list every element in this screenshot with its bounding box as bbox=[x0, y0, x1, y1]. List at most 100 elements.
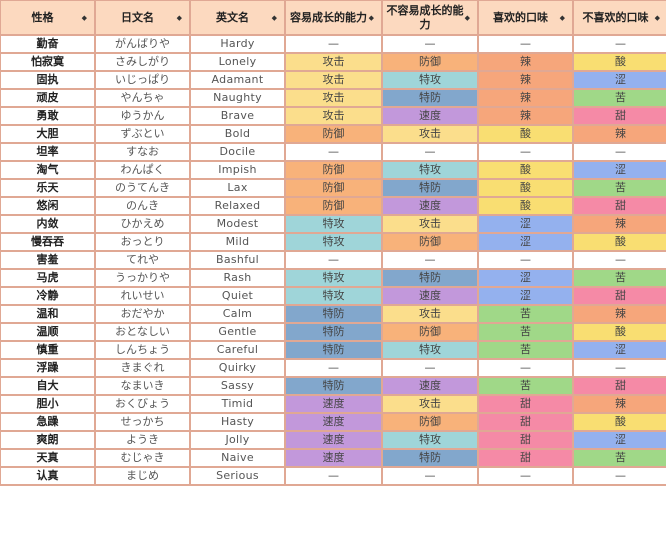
nature-cell: 大胆 bbox=[0, 124, 96, 144]
table-row: 乐天 のうてんき Lax 防御 特防酸苦 bbox=[0, 178, 666, 198]
english-name-cell: Impish bbox=[189, 160, 286, 180]
increased-stat-cell: 特攻 bbox=[284, 286, 383, 306]
column-header-label: 容易成长的能力 bbox=[290, 10, 367, 24]
sort-diamond-icon[interactable]: ◆ bbox=[369, 11, 374, 25]
liked-flavor-cell: — bbox=[477, 466, 574, 486]
decreased-stat-cell: 防御 bbox=[381, 412, 479, 432]
english-name-cell: Lax bbox=[189, 178, 286, 198]
english-name-cell: Naughty bbox=[189, 88, 286, 108]
sort-diamond-icon[interactable]: ◆ bbox=[655, 11, 660, 25]
english-name-cell: Calm bbox=[189, 304, 286, 324]
table-body: 勤奋 がんばりや Hardy — — — — 怕寂寞 さみしがり Lonely 攻击 防御辣酸固执 いじ… bbox=[0, 34, 666, 486]
japanese-name-cell: ひかえめ bbox=[94, 214, 191, 234]
sort-diamond-icon[interactable]: ◆ bbox=[272, 11, 277, 25]
nature-cell: 悠闲 bbox=[0, 196, 96, 216]
english-name-cell: Adamant bbox=[189, 70, 286, 90]
liked-flavor-cell: — bbox=[477, 142, 574, 162]
decreased-stat-cell: — bbox=[381, 34, 479, 54]
disliked-flavor-cell: 涩 bbox=[572, 340, 666, 360]
column-header-nature[interactable]: 性格 ◆ bbox=[0, 0, 96, 36]
disliked-flavor-cell: 甜 bbox=[572, 106, 666, 126]
column-header-decreased-stat[interactable]: 不容易成长的能力 ◆ bbox=[381, 0, 479, 36]
decreased-stat-cell: — bbox=[381, 250, 479, 270]
table-row: 温和 おだやか Calm 特防 攻击苦辣 bbox=[0, 304, 666, 324]
japanese-name-cell: おだやか bbox=[94, 304, 191, 324]
japanese-name-cell: れいせい bbox=[94, 286, 191, 306]
table-row: 害羞 てれや Bashful — — — — bbox=[0, 250, 666, 270]
decreased-stat-cell: 攻击 bbox=[381, 394, 479, 414]
liked-flavor-cell: — bbox=[477, 358, 574, 378]
disliked-flavor-cell: 酸 bbox=[572, 232, 666, 252]
increased-stat-cell: 攻击 bbox=[284, 88, 383, 108]
disliked-flavor-cell: 辣 bbox=[572, 304, 666, 324]
disliked-flavor-cell: 苦 bbox=[572, 88, 666, 108]
increased-stat-cell: 特攻 bbox=[284, 268, 383, 288]
nature-cell: 坦率 bbox=[0, 142, 96, 162]
japanese-name-cell: むじゃき bbox=[94, 448, 191, 468]
liked-flavor-cell: 涩 bbox=[477, 232, 574, 252]
column-header-label: 日文名 bbox=[121, 10, 154, 24]
table-row: 马虎 うっかりや Rash 特攻 特防涩苦 bbox=[0, 268, 666, 288]
nature-cell: 温和 bbox=[0, 304, 96, 324]
nature-cell: 固执 bbox=[0, 70, 96, 90]
english-name-cell: Hasty bbox=[189, 412, 286, 432]
table-row: 慎重 しんちょう Careful 特防 特攻苦涩 bbox=[0, 340, 666, 360]
column-header-japanese-name[interactable]: 日文名 ◆ bbox=[94, 0, 191, 36]
table-row: 慢吞吞 おっとり Mild 特攻 防御涩酸 bbox=[0, 232, 666, 252]
nature-cell: 淘气 bbox=[0, 160, 96, 180]
english-name-cell: Modest bbox=[189, 214, 286, 234]
sort-diamond-icon[interactable]: ◆ bbox=[465, 11, 470, 25]
english-name-cell: Bashful bbox=[189, 250, 286, 270]
japanese-name-cell: ようき bbox=[94, 430, 191, 450]
japanese-name-cell: なまいき bbox=[94, 376, 191, 396]
english-name-cell: Quiet bbox=[189, 286, 286, 306]
liked-flavor-cell: 苦 bbox=[477, 340, 574, 360]
column-header-english-name[interactable]: 英文名 ◆ bbox=[189, 0, 286, 36]
liked-flavor-cell: — bbox=[477, 34, 574, 54]
japanese-name-cell: やんちゃ bbox=[94, 88, 191, 108]
nature-cell: 认真 bbox=[0, 466, 96, 486]
liked-flavor-cell: 辣 bbox=[477, 88, 574, 108]
table-row: 天真 むじゃき Naive 速度 特防甜苦 bbox=[0, 448, 666, 468]
increased-stat-cell: 防御 bbox=[284, 178, 383, 198]
decreased-stat-cell: 速度 bbox=[381, 106, 479, 126]
disliked-flavor-cell: 酸 bbox=[572, 412, 666, 432]
increased-stat-cell: 速度 bbox=[284, 448, 383, 468]
table-row: 急躁 せっかち Hasty 速度 防御甜酸 bbox=[0, 412, 666, 432]
disliked-flavor-cell: 辣 bbox=[572, 394, 666, 414]
decreased-stat-cell: 攻击 bbox=[381, 214, 479, 234]
liked-flavor-cell: 酸 bbox=[477, 160, 574, 180]
sort-diamond-icon[interactable]: ◆ bbox=[82, 11, 87, 25]
disliked-flavor-cell: 涩 bbox=[572, 430, 666, 450]
decreased-stat-cell: 特攻 bbox=[381, 430, 479, 450]
column-header-disliked-flavor[interactable]: 不喜欢的口味 ◆ bbox=[572, 0, 666, 36]
japanese-name-cell: てれや bbox=[94, 250, 191, 270]
liked-flavor-cell: 苦 bbox=[477, 304, 574, 324]
decreased-stat-cell: 防御 bbox=[381, 232, 479, 252]
increased-stat-cell: 防御 bbox=[284, 160, 383, 180]
column-header-increased-stat[interactable]: 容易成长的能力 ◆ bbox=[284, 0, 383, 36]
sort-diamond-icon[interactable]: ◆ bbox=[560, 11, 565, 25]
nature-cell: 马虎 bbox=[0, 268, 96, 288]
nature-cell: 怕寂寞 bbox=[0, 52, 96, 72]
nature-cell: 胆小 bbox=[0, 394, 96, 414]
table-row: 顽皮 やんちゃ Naughty 攻击 特防辣苦 bbox=[0, 88, 666, 108]
increased-stat-cell: 防御 bbox=[284, 196, 383, 216]
column-header-liked-flavor[interactable]: 喜欢的口味 ◆ bbox=[477, 0, 574, 36]
table-row: 勤奋 がんばりや Hardy — — — — bbox=[0, 34, 666, 54]
english-name-cell: Bold bbox=[189, 124, 286, 144]
liked-flavor-cell: 甜 bbox=[477, 394, 574, 414]
decreased-stat-cell: — bbox=[381, 358, 479, 378]
increased-stat-cell: 攻击 bbox=[284, 52, 383, 72]
decreased-stat-cell: 攻击 bbox=[381, 304, 479, 324]
english-name-cell: Careful bbox=[189, 340, 286, 360]
japanese-name-cell: おっとり bbox=[94, 232, 191, 252]
table-row: 固执 いじっぱり Adamant 攻击 特攻辣涩 bbox=[0, 70, 666, 90]
english-name-cell: Mild bbox=[189, 232, 286, 252]
disliked-flavor-cell: — bbox=[572, 250, 666, 270]
nature-cell: 内敛 bbox=[0, 214, 96, 234]
english-name-cell: Lonely bbox=[189, 52, 286, 72]
liked-flavor-cell: 酸 bbox=[477, 196, 574, 216]
sort-diamond-icon[interactable]: ◆ bbox=[177, 11, 182, 25]
table-row: 坦率 すなお Docile — — — — bbox=[0, 142, 666, 162]
